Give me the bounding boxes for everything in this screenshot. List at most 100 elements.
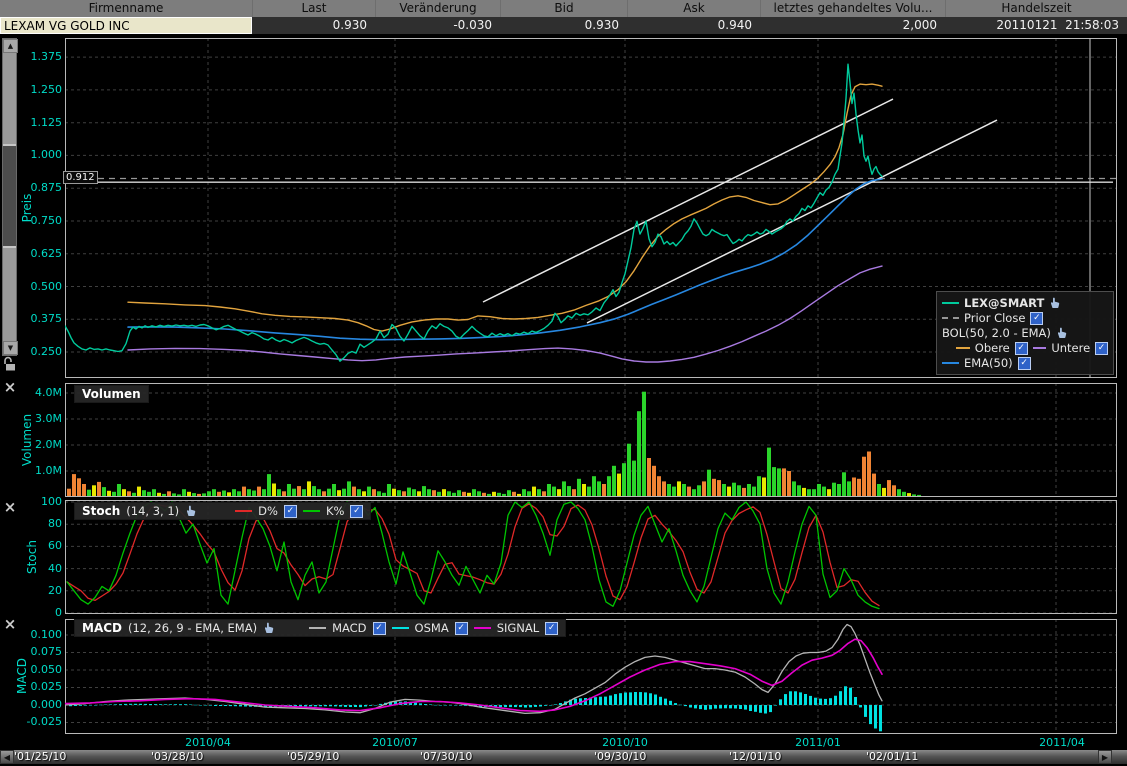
signal-label: SIGNAL bbox=[497, 621, 539, 635]
macd-line-swatch bbox=[309, 627, 326, 629]
close-stoch-panel-button[interactable]: × bbox=[3, 501, 17, 515]
stoch-tick-label: 80 bbox=[16, 518, 62, 530]
col-header-last: Last bbox=[252, 0, 375, 17]
price-tick-label: 0.375 bbox=[16, 313, 62, 325]
volume-tick-label: 1.0M bbox=[16, 465, 62, 477]
price-tick-label: 1.125 bbox=[16, 117, 62, 129]
volume-title-label: Volumen bbox=[82, 387, 141, 401]
volume-tick-label: 3.0M bbox=[16, 413, 62, 425]
macd-tick-label: 0.050 bbox=[16, 664, 62, 676]
ema-checkbox[interactable]: ✓ bbox=[1018, 357, 1031, 370]
legend-symbol-label: LEX@SMART bbox=[964, 296, 1044, 310]
obere-checkbox[interactable]: ✓ bbox=[1015, 342, 1028, 355]
volume-plot[interactable] bbox=[65, 383, 1117, 497]
scroll-right-button[interactable]: ▶ bbox=[1098, 750, 1112, 764]
prior-close-checkbox[interactable]: ✓ bbox=[1030, 312, 1043, 325]
stoch-tick-label: 20 bbox=[16, 585, 62, 597]
price-tick-label: 0.625 bbox=[16, 248, 62, 260]
col-header-volume: letztes gehandeltes Volu... bbox=[760, 0, 945, 17]
stoch-params-label: (14, 3, 1) bbox=[126, 504, 179, 518]
price-tick-label: 1.000 bbox=[16, 149, 62, 161]
quote-header-row: Firmenname Last Veränderung Bid Ask letz… bbox=[0, 0, 1127, 17]
scrollbar-date-label: '09/30/10 bbox=[594, 750, 646, 764]
vertical-scrollbar[interactable]: ▲ ▼ bbox=[2, 38, 17, 356]
symbol-name-cell[interactable]: LEXAM VG GOLD INC bbox=[0, 17, 252, 34]
unlock-icon[interactable] bbox=[3, 356, 17, 375]
stoch-d-checkbox[interactable]: ✓ bbox=[284, 505, 297, 518]
legend-row-ema: EMA(50) ✓ bbox=[942, 356, 1108, 370]
macd-params-label: (12, 26, 9 - EMA, EMA) bbox=[128, 621, 257, 635]
volume-panel-title: Volumen bbox=[74, 385, 149, 403]
stoch-k-checkbox[interactable]: ✓ bbox=[350, 505, 363, 518]
hand-cursor-icon[interactable] bbox=[263, 622, 275, 634]
legend-row-main: LEX@SMART bbox=[942, 296, 1108, 310]
col-header-bid: Bid bbox=[500, 0, 627, 17]
stoch-d-label: D% bbox=[258, 504, 278, 518]
macd-tick-label: -0.025 bbox=[16, 716, 62, 728]
stoch-k-label: K% bbox=[326, 504, 344, 518]
osma-checkbox[interactable]: ✓ bbox=[455, 622, 468, 635]
ema-label: EMA(50) bbox=[964, 356, 1013, 370]
legend-row-bol: BOL(50, 2.0 - EMA) bbox=[942, 326, 1108, 340]
price-tick-label: 1.375 bbox=[16, 51, 62, 63]
scrollbar-thumb[interactable] bbox=[3, 144, 16, 248]
scrollbar-date-label: '07/30/10 bbox=[420, 750, 472, 764]
time-axis-label: 2010/04 bbox=[185, 736, 231, 749]
ask-value: 0.940 bbox=[627, 17, 760, 34]
price-legend: LEX@SMART Prior Close ✓ BOL(50, 2.0 - EM… bbox=[936, 291, 1114, 375]
macd-tick-label: 0.075 bbox=[16, 646, 62, 658]
scroll-left-button[interactable]: ◀ bbox=[0, 750, 14, 764]
stoch-panel-header: Stoch (14, 3, 1) D% ✓ K% ✓ bbox=[74, 502, 371, 520]
volume-tick-label: 4.0M bbox=[16, 387, 62, 399]
upper-band-swatch bbox=[956, 347, 970, 349]
stoch-tick-label: 60 bbox=[16, 540, 62, 552]
untere-label: Untere bbox=[1051, 341, 1090, 355]
stoch-tick-label: 100 bbox=[16, 496, 62, 508]
time-axis-label: 2011/01 bbox=[795, 736, 841, 749]
stoch-tick-label: 40 bbox=[16, 563, 62, 575]
lower-band-swatch bbox=[1033, 347, 1047, 349]
stoch-k-swatch bbox=[303, 510, 320, 512]
stoch-d-swatch bbox=[235, 510, 252, 512]
price-line-swatch bbox=[942, 302, 959, 304]
legend-row-bands: Obere ✓ Untere ✓ bbox=[942, 341, 1108, 355]
prior-close-value-label: 0.912 bbox=[63, 171, 98, 184]
close-macd-panel-button[interactable]: × bbox=[3, 618, 17, 632]
horizontal-scrollbar[interactable]: ◀ '01/25/10 '03/28/10 '05/29/10 '07/30/10 '0… bbox=[0, 750, 1127, 764]
hand-cursor-icon[interactable] bbox=[1056, 327, 1068, 339]
signal-checkbox[interactable]: ✓ bbox=[545, 622, 558, 635]
scrollbar-date-label: '01/25/10 bbox=[14, 750, 66, 764]
bid-value: 0.930 bbox=[500, 17, 627, 34]
col-header-ask: Ask bbox=[627, 0, 760, 17]
hand-cursor-icon[interactable] bbox=[1049, 297, 1061, 309]
price-tick-label: 0.750 bbox=[16, 215, 62, 227]
col-header-handelszeit: Handelszeit bbox=[945, 0, 1127, 17]
hand-cursor-icon[interactable] bbox=[185, 505, 197, 517]
prior-close-swatch bbox=[942, 317, 959, 319]
price-tick-label: 0.875 bbox=[16, 182, 62, 194]
time-axis-label: 2010/07 bbox=[372, 736, 418, 749]
price-tick-label: 0.250 bbox=[16, 346, 62, 358]
change-value: -0.030 bbox=[375, 17, 500, 34]
macd-checkbox[interactable]: ✓ bbox=[373, 622, 386, 635]
last-value: 0.930 bbox=[252, 17, 375, 34]
price-tick-label: 1.250 bbox=[16, 84, 62, 96]
volume-tick-label: 2.0M bbox=[16, 439, 62, 451]
scrollbar-date-label: '03/28/10 bbox=[151, 750, 203, 764]
trade-time-value: 20110121 21:58:03 bbox=[945, 17, 1127, 34]
quote-value-row: LEXAM VG GOLD INC 0.930 -0.030 0.930 0.9… bbox=[0, 17, 1127, 36]
close-volume-panel-button[interactable]: × bbox=[3, 381, 17, 395]
osma-swatch bbox=[392, 627, 409, 629]
scrollbar-date-label: '05/29/10 bbox=[287, 750, 339, 764]
trading-terminal: Firmenname Last Veränderung Bid Ask letz… bbox=[0, 0, 1127, 766]
prior-close-label: Prior Close bbox=[964, 311, 1025, 325]
untere-checkbox[interactable]: ✓ bbox=[1095, 342, 1108, 355]
price-tick-label: 0.500 bbox=[16, 281, 62, 293]
last-volume-value: 2,000 bbox=[760, 17, 945, 34]
macd-line-label: MACD bbox=[332, 621, 366, 635]
osma-label: OSMA bbox=[415, 621, 449, 635]
macd-tick-label: 0.000 bbox=[16, 699, 62, 711]
time-axis-labels: 2010/042010/072010/102011/012011/04 bbox=[0, 736, 1100, 749]
stoch-title-label: Stoch bbox=[82, 504, 120, 518]
ema-swatch bbox=[942, 362, 959, 364]
